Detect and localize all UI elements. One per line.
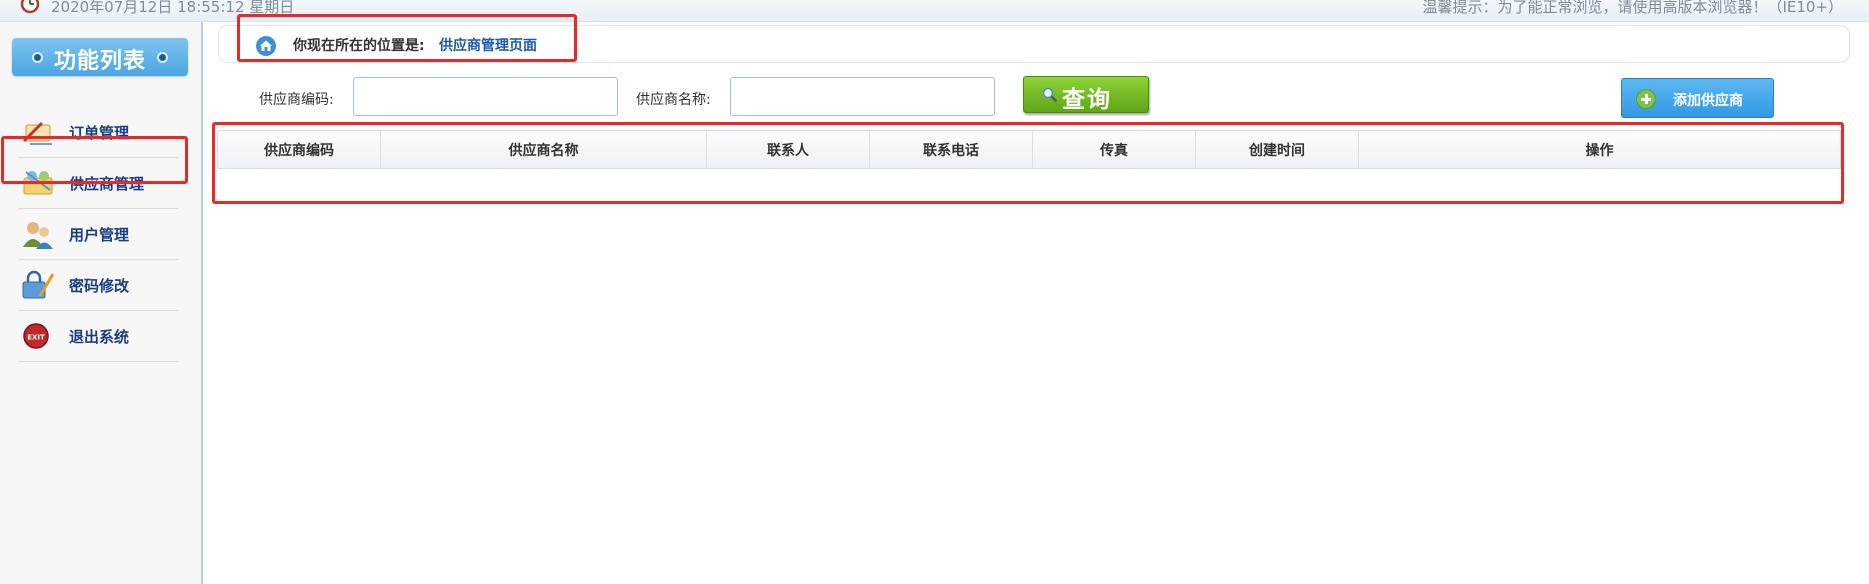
provider-code-label: 供应商编码: bbox=[259, 92, 334, 108]
sidebar-menu: 订单管理 供应商管理 用户管理 密码修改 EXIT 退出系统 bbox=[18, 107, 178, 362]
top-bar: 2020年07月12日 18:55:12 星期日 温馨提示：为了能正常浏览，请使… bbox=[0, 0, 1869, 22]
breadcrumb-location[interactable]: 供应商管理页面 bbox=[439, 35, 537, 55]
exit-icon: EXIT bbox=[23, 323, 49, 349]
provider-code-input[interactable] bbox=[353, 77, 618, 116]
bullet-icon bbox=[157, 52, 168, 63]
order-icon bbox=[22, 121, 52, 145]
column-header-contact: 联系人 bbox=[706, 130, 870, 169]
function-list-header: 功能列表 bbox=[12, 38, 188, 76]
query-button[interactable]: 查询 bbox=[1023, 76, 1149, 113]
column-header-code: 供应商编码 bbox=[217, 130, 381, 169]
sidebar-item-providers[interactable]: 供应商管理 bbox=[18, 158, 178, 209]
query-button-label: 查询 bbox=[1062, 87, 1112, 113]
column-header-name: 供应商名称 bbox=[380, 130, 707, 169]
password-icon bbox=[22, 270, 55, 299]
table-header-row: 供应商编码 供应商名称 联系人 联系电话 传真 创建时间 操作 bbox=[217, 130, 1841, 169]
column-header-created: 创建时间 bbox=[1195, 130, 1359, 169]
browser-tip: 温馨提示：为了能正常浏览，请使用高版本浏览器！（IE10+） bbox=[1422, 0, 1843, 16]
sidebar-item-label: 用户管理 bbox=[69, 226, 130, 244]
svg-text:EXIT: EXIT bbox=[27, 334, 45, 342]
provider-name-input[interactable] bbox=[730, 77, 995, 116]
column-header-phone: 联系电话 bbox=[869, 130, 1033, 169]
provider-name-label: 供应商名称: bbox=[636, 92, 711, 108]
sidebar-item-label: 密码修改 bbox=[69, 277, 130, 295]
plus-icon bbox=[1636, 89, 1656, 109]
breadcrumb-lead: 你现在所在的位置是: bbox=[293, 38, 425, 54]
sidebar-item-orders[interactable]: 订单管理 bbox=[18, 107, 178, 158]
add-provider-label: 添加供应商 bbox=[1673, 93, 1743, 109]
sidebar-item-label: 订单管理 bbox=[69, 124, 130, 142]
table-empty-cell bbox=[217, 168, 1841, 202]
sidebar-item-password[interactable]: 密码修改 bbox=[18, 260, 178, 311]
sidebar-item-users[interactable]: 用户管理 bbox=[18, 209, 178, 260]
provider-table: 供应商编码 供应商名称 联系人 联系电话 传真 创建时间 操作 bbox=[217, 130, 1841, 202]
breadcrumb: 你现在所在的位置是: 供应商管理页面 bbox=[218, 25, 1850, 63]
sidebar-item-exit[interactable]: EXIT 退出系统 bbox=[18, 311, 178, 362]
sidebar: 功能列表 订单管理 供应商管理 用户管理 密码修改 EXIT 退出系统 bbox=[0, 22, 203, 584]
table-empty-row bbox=[217, 168, 1841, 202]
magnifier-icon bbox=[1042, 87, 1058, 103]
current-datetime: 2020年07月12日 18:55:12 星期日 bbox=[51, 0, 295, 16]
sidebar-item-label: 供应商管理 bbox=[69, 175, 145, 193]
column-header-fax: 传真 bbox=[1032, 130, 1196, 169]
clock-icon bbox=[20, 0, 40, 14]
provider-icon bbox=[23, 171, 53, 195]
add-provider-button[interactable]: 添加供应商 bbox=[1621, 78, 1774, 118]
column-header-actions: 操作 bbox=[1358, 130, 1841, 169]
users-icon bbox=[23, 222, 53, 249]
sidebar-item-label: 退出系统 bbox=[69, 328, 130, 346]
home-icon bbox=[256, 36, 276, 56]
